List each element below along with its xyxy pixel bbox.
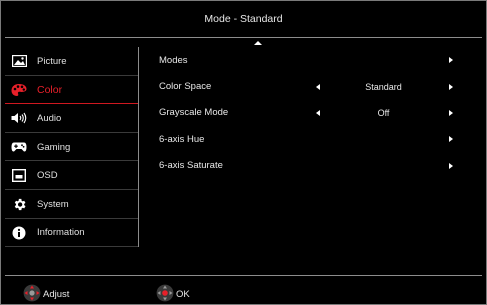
sidebar-item-label: System <box>37 198 69 210</box>
arrow-right-icon[interactable] <box>449 162 453 169</box>
menu-row-label: Color Space <box>159 81 212 93</box>
sidebar-item-label: Audio <box>37 112 62 124</box>
sidebar-item-label: Picture <box>37 55 67 67</box>
page-title: Mode - Standard <box>204 13 283 25</box>
header-divider <box>5 37 482 38</box>
footer-adjust-label: Adjust <box>43 288 70 300</box>
picture-icon <box>11 53 27 69</box>
footer-adjust-hint: Adjust <box>23 284 70 305</box>
menu-row-modes[interactable]: Modes <box>151 47 471 73</box>
menu-row-color-space[interactable]: Color Space Standard <box>151 73 471 99</box>
osd-menu: Mode - Standard Picture Color Audio Gami… <box>0 0 487 305</box>
arrow-right-icon[interactable] <box>449 57 453 64</box>
sidebar-item-label: Information <box>37 227 85 239</box>
joystick-adjust-icon <box>23 284 43 305</box>
osd-window-icon <box>11 168 27 184</box>
sidebar-item-information[interactable]: Information <box>5 219 138 248</box>
menu-row-value: Standard <box>365 81 402 92</box>
sidebar-item-gaming[interactable]: Gaming <box>5 133 138 162</box>
gear-icon <box>11 196 27 212</box>
sidebar-item-osd[interactable]: OSD <box>5 161 138 190</box>
info-icon <box>11 225 27 241</box>
menu-row-label: Grayscale Mode <box>159 107 229 119</box>
footer-divider <box>5 275 482 276</box>
arrow-right-icon[interactable] <box>449 109 453 116</box>
menu-row-grayscale-mode[interactable]: Grayscale Mode Off <box>151 100 471 126</box>
sidebar: Picture Color Audio Gaming OSD System In… <box>5 47 139 248</box>
footer-ok-label: OK <box>176 288 190 300</box>
menu-row-label: 6-axis Saturate <box>159 160 223 172</box>
menu-row-label: Modes <box>159 54 188 66</box>
osd-header: Mode - Standard <box>1 1 486 37</box>
sidebar-item-color[interactable]: Color <box>5 76 138 105</box>
menu-row-label: 6-axis Hue <box>159 133 205 145</box>
menu-row-value: Off <box>377 107 390 118</box>
color-palette-icon <box>11 82 27 98</box>
sidebar-item-label: OSD <box>37 170 58 182</box>
sidebar-item-label: Gaming <box>37 141 71 153</box>
sidebar-item-picture[interactable]: Picture <box>5 47 138 76</box>
menu-row-6-axis-hue[interactable]: 6-axis Hue <box>151 126 471 152</box>
arrow-right-icon[interactable] <box>449 136 453 143</box>
arrow-left-icon[interactable] <box>316 109 320 116</box>
sidebar-item-audio[interactable]: Audio <box>5 104 138 133</box>
sidebar-divider <box>5 246 138 248</box>
color-submenu: Modes Color Space Standard Grayscale Mod… <box>151 47 471 179</box>
gamepad-icon <box>11 139 27 155</box>
sidebar-item-label: Color <box>37 83 63 96</box>
speaker-icon <box>11 110 27 126</box>
footer-ok-hint: OK <box>156 284 190 305</box>
sidebar-item-system[interactable]: System <box>5 190 138 219</box>
scroll-up-arrow-icon[interactable] <box>254 41 262 45</box>
arrow-right-icon[interactable] <box>449 83 453 90</box>
arrow-left-icon[interactable] <box>316 83 320 90</box>
joystick-ok-icon <box>156 284 176 305</box>
menu-row-6-axis-saturate[interactable]: 6-axis Saturate <box>151 153 471 179</box>
